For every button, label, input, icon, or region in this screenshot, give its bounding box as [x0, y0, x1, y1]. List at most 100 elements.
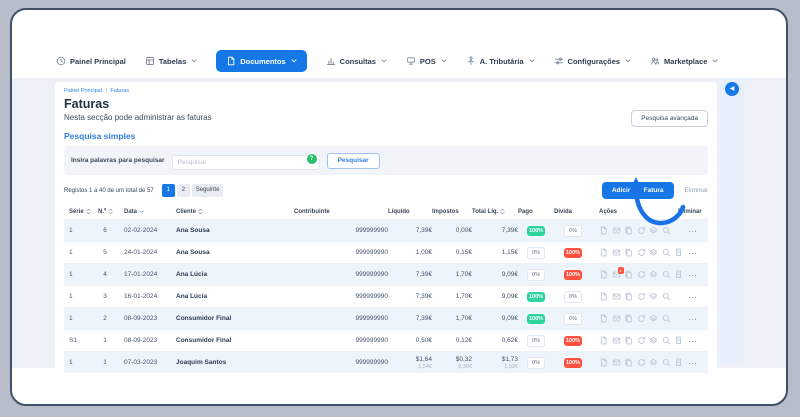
file-icon[interactable]: [599, 358, 608, 367]
col-header-4[interactable]: Cliente: [172, 208, 294, 215]
cell-cliente[interactable]: Joaquim Santos: [172, 359, 294, 366]
cell-data: 02-02-2024: [120, 227, 172, 234]
layers-icon[interactable]: [649, 336, 658, 345]
nav-item-marketplace[interactable]: Marketplace: [650, 56, 718, 66]
mail-icon[interactable]: 1: [612, 270, 621, 279]
debt-badge: 0%: [564, 291, 582, 303]
search-icon[interactable]: [662, 226, 671, 235]
pos-icon: [406, 56, 416, 66]
nav-item-consultas[interactable]: Consultas: [326, 56, 387, 66]
col-header-1[interactable]: Série: [64, 208, 90, 215]
refresh-icon[interactable]: [637, 226, 646, 235]
cell-acoes: [592, 314, 678, 323]
layers-icon[interactable]: [649, 270, 658, 279]
layers-icon[interactable]: [649, 358, 658, 367]
receipt-icon[interactable]: [674, 336, 683, 345]
advanced-search-button[interactable]: Pesquisa avançada: [631, 110, 708, 127]
nav-item-label: POS: [420, 57, 436, 66]
mail-icon[interactable]: [612, 358, 621, 367]
page-button-2[interactable]: 2: [177, 184, 190, 197]
table-row: 1316-01-2024Ana Lúcia9999999907,39€1,70€…: [64, 285, 708, 307]
cell-numero: 3: [90, 293, 120, 300]
file-icon[interactable]: [599, 226, 608, 235]
receipt-icon[interactable]: [674, 270, 683, 279]
file-icon[interactable]: [599, 270, 608, 279]
col-header-3[interactable]: Data: [120, 209, 172, 215]
search-icon[interactable]: [662, 292, 671, 301]
refresh-icon[interactable]: [637, 314, 646, 323]
row-more-button[interactable]: ...: [689, 227, 698, 234]
mail-icon[interactable]: [612, 292, 621, 301]
nav-item-pos[interactable]: POS: [406, 56, 447, 66]
copy-icon[interactable]: [624, 336, 633, 345]
breadcrumb-home[interactable]: Painel Principal: [64, 88, 102, 94]
nav-item-tributaria[interactable]: A. Tributária: [466, 56, 535, 66]
collapse-panel-button[interactable]: ◀: [725, 82, 739, 96]
row-more-button[interactable]: ...: [689, 271, 698, 278]
cell-cliente[interactable]: Consumidor Final: [172, 337, 294, 344]
cell-cliente[interactable]: Consumidor Final: [172, 315, 294, 322]
mail-icon[interactable]: [612, 336, 621, 345]
file-icon[interactable]: [599, 292, 608, 301]
mail-icon[interactable]: [612, 314, 621, 323]
refresh-icon[interactable]: [637, 248, 646, 257]
row-more-button[interactable]: ...: [689, 359, 698, 366]
search-input[interactable]: [172, 155, 320, 170]
copy-icon[interactable]: [624, 292, 633, 301]
file-icon[interactable]: [599, 314, 608, 323]
col-header-2[interactable]: N.º: [90, 208, 120, 215]
search-icon[interactable]: [662, 248, 671, 257]
table-row: 1208-09-2023Consumidor Final9999999907,3…: [64, 307, 708, 329]
add-invoice-button[interactable]: Adicionar Fatura: [602, 182, 674, 199]
layers-icon[interactable]: [649, 292, 658, 301]
col-header-8[interactable]: Total Líq.: [472, 208, 518, 215]
layers-icon[interactable]: [649, 248, 658, 257]
copy-icon[interactable]: [624, 358, 633, 367]
help-icon[interactable]: ?: [307, 154, 317, 164]
row-more-button[interactable]: ...: [689, 249, 698, 256]
receipt-icon[interactable]: [674, 248, 683, 257]
simple-search-label[interactable]: Pesquisa simples: [64, 131, 708, 141]
next-page-button[interactable]: Seguinte: [192, 184, 224, 197]
row-more-button[interactable]: ...: [689, 293, 698, 300]
refresh-icon[interactable]: [637, 292, 646, 301]
delete-action-label[interactable]: Eliminar: [685, 187, 708, 194]
mail-icon[interactable]: [612, 226, 621, 235]
copy-icon[interactable]: [624, 270, 633, 279]
sort-icon: [500, 208, 505, 215]
row-more-button[interactable]: ...: [689, 315, 698, 322]
refresh-icon[interactable]: [637, 358, 646, 367]
nav-item-configuracoes[interactable]: Configurações: [554, 56, 632, 66]
search-button[interactable]: Pesquisar: [327, 153, 380, 169]
search-icon[interactable]: [662, 270, 671, 279]
cell-cliente[interactable]: Ana Lúcia: [172, 271, 294, 278]
table-header: SérieN.ºDataClienteContribuinteLíquidoIm…: [64, 206, 708, 219]
search-icon[interactable]: [662, 314, 671, 323]
layers-icon[interactable]: [649, 314, 658, 323]
search-icon[interactable]: [662, 358, 671, 367]
copy-icon[interactable]: [624, 314, 633, 323]
layers-icon[interactable]: [649, 226, 658, 235]
copy-icon[interactable]: [624, 248, 633, 257]
refresh-icon[interactable]: [637, 270, 646, 279]
search-icon[interactable]: [662, 336, 671, 345]
nav-item-tabelas[interactable]: Tabelas: [145, 56, 197, 66]
nav-item-label: Configurações: [568, 57, 621, 66]
nav-item-painel-principal[interactable]: Painel Principal: [56, 56, 126, 66]
mail-icon[interactable]: [612, 248, 621, 257]
cell-cliente[interactable]: Ana Sousa: [172, 249, 294, 256]
page-button-1[interactable]: 1: [162, 184, 175, 197]
cell-numero: 5: [90, 249, 120, 256]
file-icon[interactable]: [599, 336, 608, 345]
copy-icon[interactable]: [624, 226, 633, 235]
breadcrumb-current[interactable]: Faturas: [110, 88, 129, 94]
receipt-icon[interactable]: [674, 358, 683, 367]
cell-numero: 2: [90, 315, 120, 322]
cell-pago: 0%: [518, 335, 554, 347]
cell-cliente[interactable]: Ana Sousa: [172, 227, 294, 234]
nav-item-documentos[interactable]: Documentos: [216, 50, 306, 72]
file-icon[interactable]: [599, 248, 608, 257]
cell-cliente[interactable]: Ana Lúcia: [172, 293, 294, 300]
row-more-button[interactable]: ...: [689, 337, 698, 344]
refresh-icon[interactable]: [637, 336, 646, 345]
